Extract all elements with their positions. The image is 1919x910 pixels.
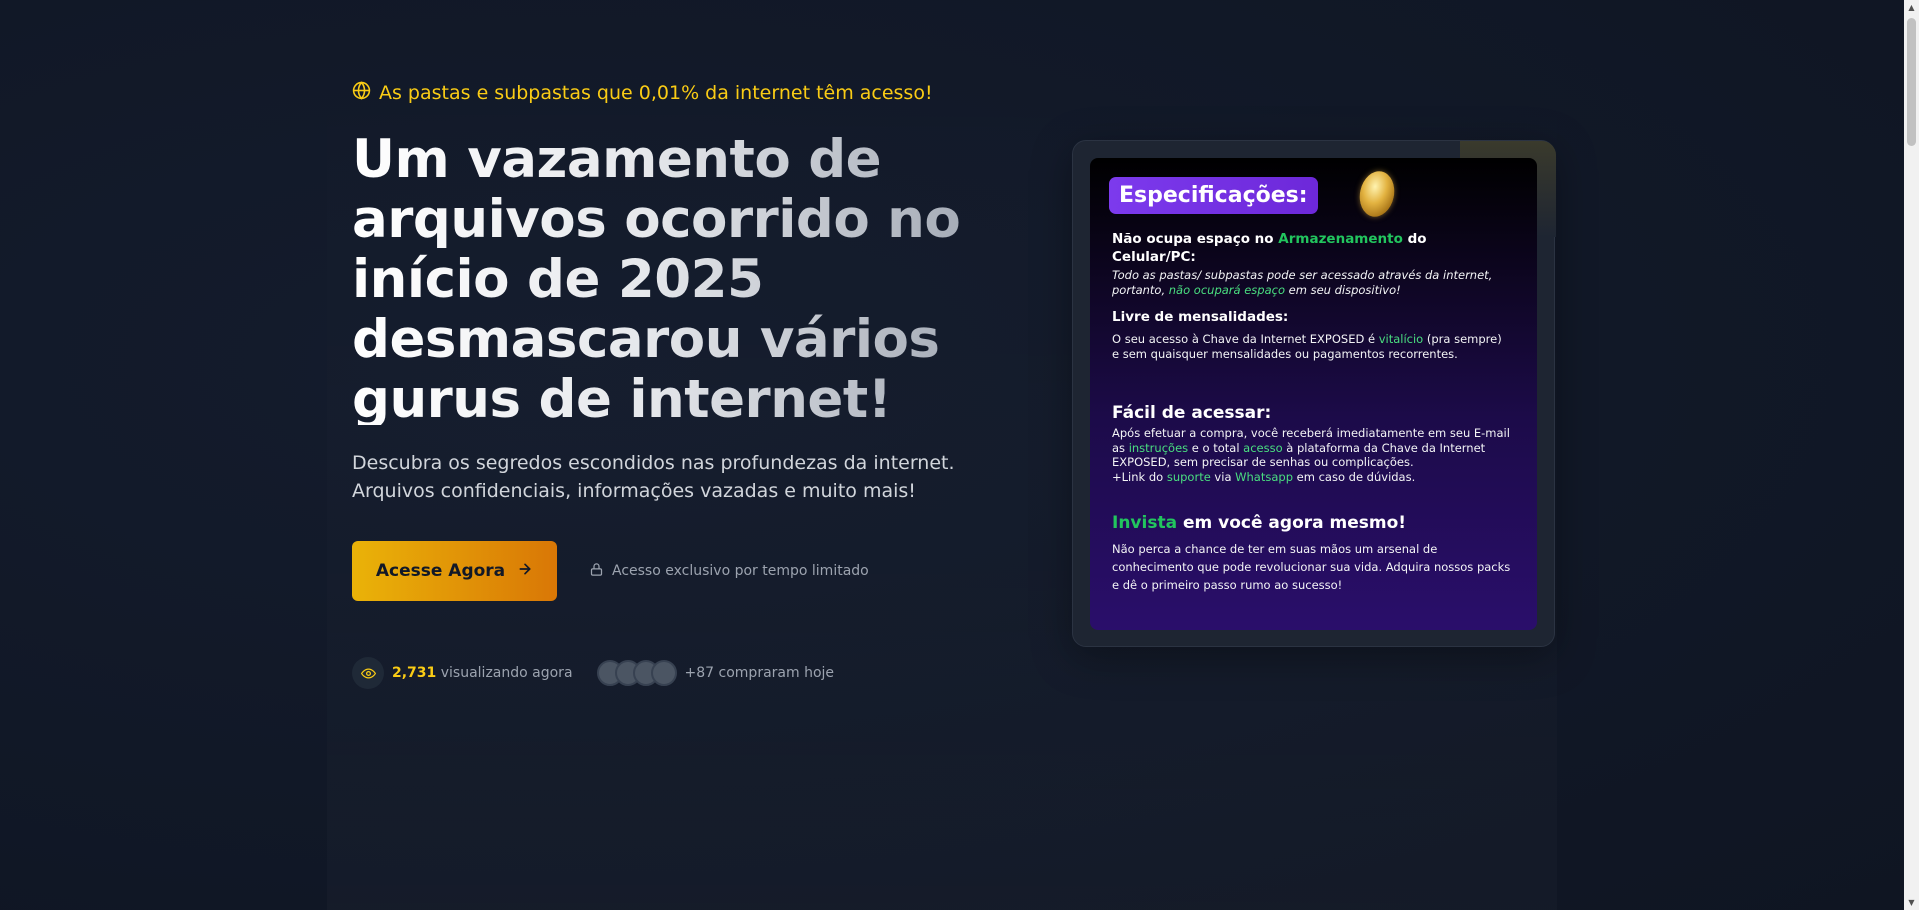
hero-subtitle: Descubra os segredos escondidos nas prof…	[352, 452, 955, 502]
page-scrollbar[interactable]: ▲ ▼	[1904, 0, 1919, 910]
spec-monthly-heading: Livre de mensalidades:	[1112, 309, 1289, 325]
tagline: As pastas e subpastas que 0,01% da inter…	[352, 78, 1012, 108]
spec-access-text: Após efetuar a compra, você receberá ime…	[1112, 426, 1510, 484]
exclusive-access-note: Acesso exclusivo por tempo limitado	[589, 562, 869, 581]
buyers-label: +87 compraram hoje	[684, 665, 835, 681]
hero-section: As pastas e subpastas que 0,01% da inter…	[352, 78, 1012, 689]
spec-monthly-text: O seu acesso à Chave da Internet EXPOSED…	[1112, 332, 1502, 361]
product-image-frame: Especificações: Não ocupa espaço no Arma…	[1072, 140, 1556, 647]
spec-storage: Não ocupa espaço no Armazenamento do Cel…	[1112, 230, 1512, 297]
viewers-stat: 2,731 visualizando agora	[352, 657, 573, 689]
scrollbar-thumb[interactable]	[1907, 18, 1916, 146]
social-proof-row: 2,731 visualizando agora +87 compraram h…	[352, 657, 1012, 689]
access-now-label: Acesse Agora	[375, 561, 506, 581]
eye-icon	[352, 657, 384, 689]
arrow-right-icon	[517, 561, 533, 582]
spec-title: Especificações:	[1109, 177, 1318, 214]
spec-monthly: Livre de mensalidades: O seu acesso à Ch…	[1112, 308, 1512, 361]
gold-coin-icon	[1355, 167, 1399, 221]
buyers-stat: +87 compraram hoje	[596, 660, 835, 686]
access-now-button[interactable]: Acesse Agora	[352, 541, 557, 601]
tagline-text: As pastas e subpastas que 0,01% da inter…	[379, 82, 933, 104]
spec-invest: Invista em você agora mesmo! Não perca a…	[1112, 512, 1512, 594]
viewers-count: 2,731	[392, 665, 437, 681]
scroll-up-arrow-icon[interactable]: ▲	[1904, 0, 1919, 15]
specifications-card: Especificações: Não ocupa espaço no Arma…	[1090, 158, 1537, 630]
spec-invest-heading: Invista em você agora mesmo!	[1112, 513, 1407, 533]
page-title: Um vazamento de arquivos ocorrido no iní…	[352, 130, 1012, 425]
cta-row: Acesse Agora Acesso exclusivo por tempo …	[352, 541, 1012, 601]
viewers-label: visualizando agora	[440, 665, 573, 681]
buyer-avatars	[596, 660, 677, 686]
spec-storage-text: Todo as pastas/ subpastas pode ser acess…	[1112, 268, 1493, 297]
globe-icon	[352, 81, 371, 105]
lock-note-text: Acesso exclusivo por tempo limitado	[612, 563, 869, 579]
spec-access-heading: Fácil de acessar:	[1112, 403, 1272, 423]
spec-access: Fácil de acessar: Após efetuar a compra,…	[1112, 402, 1512, 484]
landing-page: As pastas e subpastas que 0,01% da inter…	[0, 0, 1919, 910]
avatar	[650, 660, 677, 686]
spec-invest-text: Não perca a chance de ter em suas mãos u…	[1112, 542, 1511, 592]
scroll-down-arrow-icon[interactable]: ▼	[1904, 895, 1919, 910]
spec-storage-heading: Não ocupa espaço no Armazenamento do Cel…	[1112, 231, 1427, 265]
lock-icon	[589, 562, 604, 581]
